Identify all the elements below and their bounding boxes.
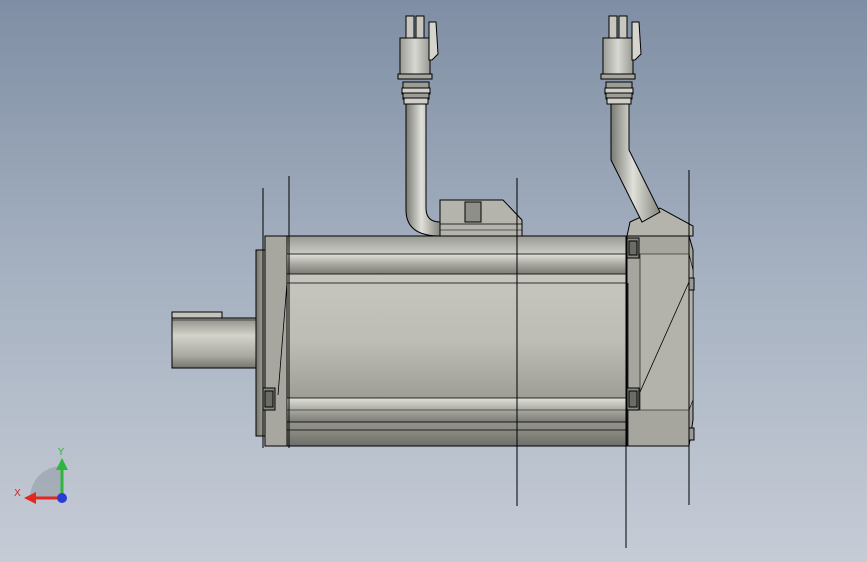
z-axis-dot	[57, 493, 67, 503]
cad-3d-viewport[interactable]: Y X	[0, 0, 867, 562]
y-axis-label: Y	[57, 447, 65, 458]
encoder-plug[interactable]	[600, 15, 642, 80]
y-axis-arrowhead	[56, 458, 68, 470]
x-axis-arrowhead	[24, 492, 36, 504]
encoder-cable[interactable]	[604, 81, 661, 223]
orientation-triad[interactable]: Y X	[14, 447, 68, 504]
power-plug[interactable]	[397, 15, 439, 80]
x-axis-label: X	[14, 488, 21, 499]
rear-end-cap[interactable]	[626, 235, 695, 447]
servo-motor-model[interactable]	[171, 15, 695, 447]
power-connector-block[interactable]	[439, 199, 523, 237]
power-cable[interactable]	[401, 81, 441, 237]
motor-shaft[interactable]	[171, 311, 257, 369]
